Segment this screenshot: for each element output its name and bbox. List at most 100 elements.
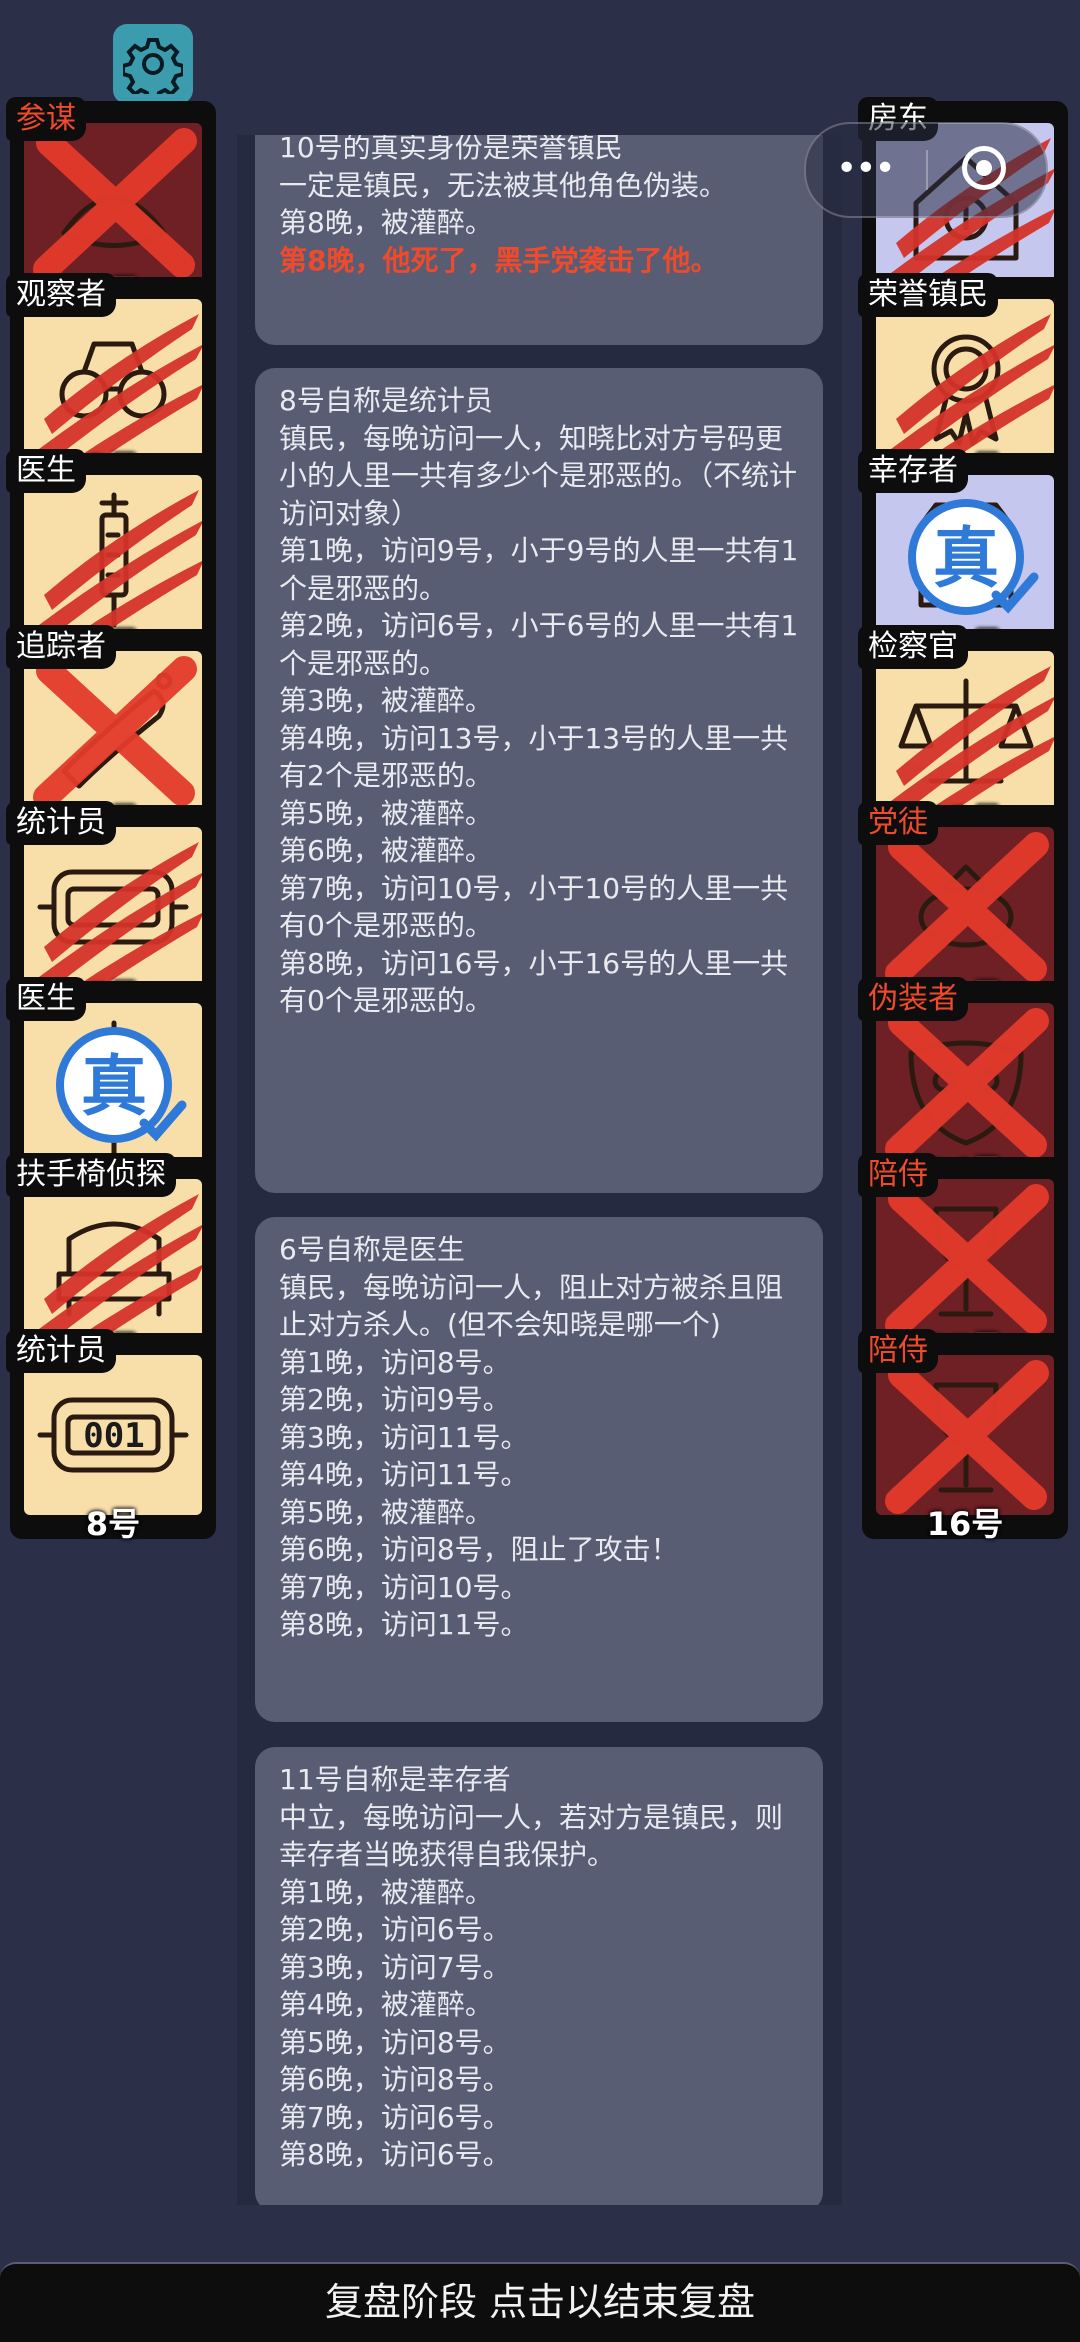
player-tile[interactable]: 陪侍 16号 xyxy=(858,1329,1068,1543)
log-line: 中立，每晚访问一人，若对方是镇民，则幸存者当晚获得自我保护。 xyxy=(279,1800,784,1872)
log-line: 第3晚，访问7号。 xyxy=(279,1950,511,1984)
log-line: 第7晚，访问10号，小于10号的人里一共有0个是邪恶的。 xyxy=(279,871,789,943)
log-line: 第5晚，访问8号。 xyxy=(279,2025,511,2059)
log-card: 6号自称是医生镇民，每晚访问一人，阻止对方被杀且阻止对方杀人。(但不会知晓是哪一… xyxy=(255,1217,823,1722)
medal-icon xyxy=(891,314,1054,459)
role-label: 统计员 xyxy=(6,1329,116,1373)
mini-program-capsule: ••• xyxy=(804,122,1048,218)
log-line: 第4晚，访问13号，小于13号的人里一共有2个是邪恶的。 xyxy=(279,721,789,793)
log-card: 8号自称是统计员镇民，每晚访问一人，知晓比对方号码更小的人里一共有多少个是邪恶的… xyxy=(255,368,823,1193)
role-label: 医生 xyxy=(6,449,86,493)
role-card xyxy=(24,651,202,811)
log-line: 第6晚，访问8号，阻止了攻击！ xyxy=(279,1533,679,1566)
role-label: 参谋 xyxy=(6,97,86,141)
log-line: 第8晚，访问6号。 xyxy=(279,2138,511,2171)
role-label: 追踪者 xyxy=(6,625,116,669)
more-dots-icon[interactable]: ••• xyxy=(836,151,896,187)
role-card: 真 xyxy=(24,1003,202,1163)
settings-button[interactable] xyxy=(113,24,193,104)
log-card-title: 6号自称是医生 xyxy=(279,1233,465,1266)
wineglass-icon xyxy=(885,1184,1049,1338)
role-label: 观察者 xyxy=(6,273,116,317)
x-mark xyxy=(885,832,1049,986)
counter-icon: 001 xyxy=(37,1397,189,1473)
close-target-icon[interactable] xyxy=(962,146,1006,190)
log-line: 第7晚，访问6号。 xyxy=(279,2100,511,2134)
log-line: 第4晚，访问11号。 xyxy=(279,1458,529,1491)
log-line: 第7晚，访问10号。 xyxy=(279,1570,529,1604)
log-line: 第5晚，被灌醉。 xyxy=(279,1495,493,1529)
log-card: 10号的真实身份是荣誉镇民 一定是镇民，无法被其他角色伪装。 第8晚，被灌醉。 第8晚… xyxy=(255,135,823,345)
log-card-title: 11号自称是幸存者 xyxy=(279,1763,511,1796)
armchair-icon xyxy=(39,1194,202,1339)
role-card xyxy=(24,299,202,459)
player-number: 16号 xyxy=(926,1505,1004,1543)
log-line: 第1晚，访问9号，小于9号的人里一共有1个是邪恶的。 xyxy=(279,534,799,605)
log-line: 第8晚，访问16号，小于16号的人里一共有0个是邪恶的。 xyxy=(279,946,789,1018)
log-card-title: 8号自称是统计员 xyxy=(279,384,493,417)
role-label: 伪装者 xyxy=(858,977,968,1021)
log-line: 第3晚，被灌醉。 xyxy=(279,684,493,717)
role-card: 001 xyxy=(24,1355,202,1515)
binoculars-icon xyxy=(39,314,202,459)
role-card xyxy=(876,1355,1054,1515)
role-card xyxy=(876,651,1054,811)
claw-mark xyxy=(39,842,202,987)
end-review-button[interactable]: 复盘阶段 点击以结束复盘 xyxy=(0,2262,1080,2342)
log-line: 第2晚，访问9号。 xyxy=(279,1383,511,1416)
log-line: 第6晚，访问8号。 xyxy=(279,2063,511,2096)
review-log[interactable]: 10号的真实身份是荣誉镇民 一定是镇民，无法被其他角色伪装。 第8晚，被灌醉。 第8晚… xyxy=(237,135,842,2205)
footprint-icon xyxy=(33,656,197,810)
role-label: 统计员 xyxy=(6,801,116,845)
true-stamp-icon: 真 xyxy=(56,1027,187,1143)
role-label: 党徒 xyxy=(858,801,938,845)
log-line: 第5晚，被灌醉。 xyxy=(279,796,493,830)
svg-text:001: 001 xyxy=(83,1416,144,1456)
role-card: 真 xyxy=(876,475,1054,635)
player-number: 8号 xyxy=(85,1505,141,1543)
x-mark xyxy=(33,656,197,810)
svg-text:真: 真 xyxy=(81,1048,147,1125)
log-line: 第3晚，访问11号。 xyxy=(279,1420,529,1454)
capsule-divider xyxy=(926,150,928,190)
scales-icon xyxy=(891,666,1054,811)
log-death-line: 第8晚，他死了，黑手党袭击了他。 xyxy=(279,243,719,277)
role-card xyxy=(24,123,202,283)
counter-icon xyxy=(37,842,202,987)
claw-mark xyxy=(39,1194,202,1339)
gear-icon xyxy=(123,38,183,94)
ring-icon xyxy=(885,832,1049,986)
role-card xyxy=(876,1179,1054,1339)
role-label: 陪侍 xyxy=(858,1153,938,1197)
dagger-icon xyxy=(33,128,197,282)
log-card-title: 10号的真实身份是荣誉镇民 xyxy=(279,135,623,164)
role-label: 幸存者 xyxy=(858,449,968,493)
role-card xyxy=(876,299,1054,459)
log-line: 镇民，每晚访问一人，阻止对方被杀且阻止对方杀人。(但不会知晓是哪一个) xyxy=(279,1270,784,1342)
log-line: 第2晚，访问6号，小于6号的人里一共有1个是邪恶的。 xyxy=(279,609,799,680)
true-stamp-icon: 真 xyxy=(908,499,1039,615)
log-line: 镇民，每晚访问一人，知晓比对方号码更小的人里一共有多少个是邪恶的。（不统计访问对… xyxy=(279,421,798,530)
log-card: 11号自称是幸存者 中立，每晚访问一人，若对方是镇民，则幸存者当晚获得自我保护。第… xyxy=(255,1747,823,2205)
role-label: 荣誉镇民 xyxy=(858,273,998,317)
log-line: 第2晚，访问6号。 xyxy=(279,1913,511,1946)
log-line: 第4晚，被灌醉。 xyxy=(279,1988,493,2021)
role-card xyxy=(24,1179,202,1339)
log-line: 第1晚，访问8号。 xyxy=(279,1345,511,1379)
svg-text:真: 真 xyxy=(933,520,999,597)
mask-icon xyxy=(885,1008,1049,1162)
log-line: 第1晚，被灌醉。 xyxy=(279,1875,493,1909)
claw-mark xyxy=(39,490,202,635)
role-label: 扶手椅侦探 xyxy=(6,1153,176,1197)
wineglass-icon xyxy=(885,1360,1049,1514)
player-tile[interactable]: 001 统计员 8号 xyxy=(6,1329,216,1543)
log-line: 第8晚，访问11号。 xyxy=(279,1608,529,1641)
syringe-icon: 真 xyxy=(56,1020,187,1156)
role-label: 陪侍 xyxy=(858,1329,938,1373)
log-line: 一定是镇民，无法被其他角色伪装。 xyxy=(279,168,728,202)
log-line: 第6晚，被灌醉。 xyxy=(279,834,493,867)
role-card xyxy=(24,827,202,987)
role-label: 医生 xyxy=(6,977,86,1021)
syringe-icon xyxy=(39,490,202,635)
role-card xyxy=(876,827,1054,987)
